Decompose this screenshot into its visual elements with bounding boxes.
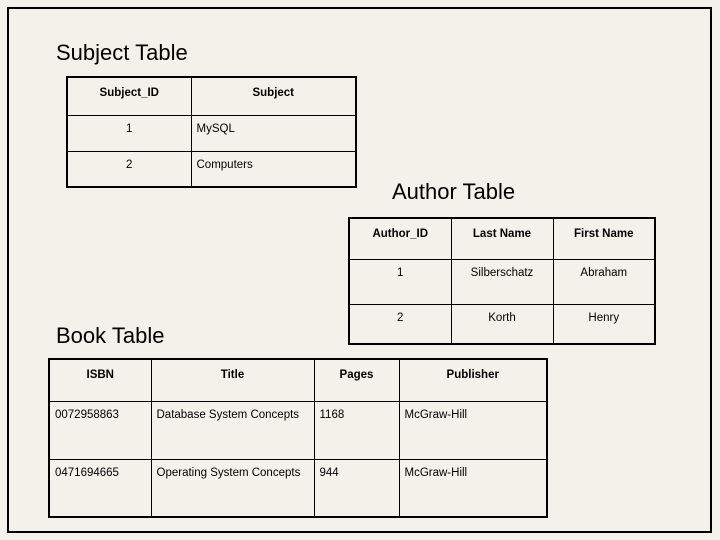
table-row: 0471694665 Operating System Concepts 944…: [48, 458, 548, 518]
table-row: 2 Computers: [66, 150, 357, 188]
column-header-title: Title: [150, 358, 315, 402]
column-header-publisher: Publisher: [398, 358, 548, 402]
slide-canvas: Subject Table Subject_ID Subject 1 MySQL…: [0, 0, 720, 540]
column-header-pages: Pages: [313, 358, 400, 402]
subject-table-title: Subject Table: [56, 40, 188, 65]
cell-subject: Computers: [190, 150, 357, 188]
cell-publisher: McGraw-Hill: [398, 400, 548, 460]
cell-last-name: Korth: [450, 303, 554, 345]
table-row: 1 MySQL: [66, 114, 357, 152]
cell-subject-id: 2: [66, 150, 192, 188]
cell-publisher: McGraw-Hill: [398, 458, 548, 518]
cell-author-id: 2: [348, 303, 452, 345]
cell-title: Operating System Concepts: [150, 458, 315, 518]
cell-first-name: Abraham: [552, 258, 656, 305]
subject-table: Subject_ID Subject 1 MySQL 2 Computers: [66, 76, 357, 188]
cell-pages: 944: [313, 458, 400, 518]
column-header-subject: Subject: [190, 76, 357, 116]
cell-subject: MySQL: [190, 114, 357, 152]
column-header-first-name: First Name: [552, 217, 656, 260]
table-row: 2 Korth Henry: [348, 303, 656, 345]
cell-subject-id: 1: [66, 114, 192, 152]
cell-last-name: Silberschatz: [450, 258, 554, 305]
book-table: ISBN Title Pages Publisher 0072958863 Da…: [48, 358, 548, 518]
cell-pages: 1168: [313, 400, 400, 460]
column-header-author-id: Author_ID: [348, 217, 452, 260]
cell-author-id: 1: [348, 258, 452, 305]
cell-title: Database System Concepts: [150, 400, 315, 460]
book-table-title: Book Table: [56, 323, 165, 348]
cell-isbn: 0471694665: [48, 458, 152, 518]
cell-first-name: Henry: [552, 303, 656, 345]
table-header-row: Subject_ID Subject: [66, 76, 357, 116]
author-table-title: Author Table: [392, 179, 516, 204]
table-header-row: Author_ID Last Name First Name: [348, 217, 656, 260]
column-header-isbn: ISBN: [48, 358, 152, 402]
author-table: Author_ID Last Name First Name 1 Silbers…: [348, 217, 656, 345]
table-row: 0072958863 Database System Concepts 1168…: [48, 400, 548, 460]
table-header-row: ISBN Title Pages Publisher: [48, 358, 548, 402]
cell-isbn: 0072958863: [48, 400, 152, 460]
column-header-last-name: Last Name: [450, 217, 554, 260]
column-header-subject-id: Subject_ID: [66, 76, 192, 116]
table-row: 1 Silberschatz Abraham: [348, 258, 656, 305]
